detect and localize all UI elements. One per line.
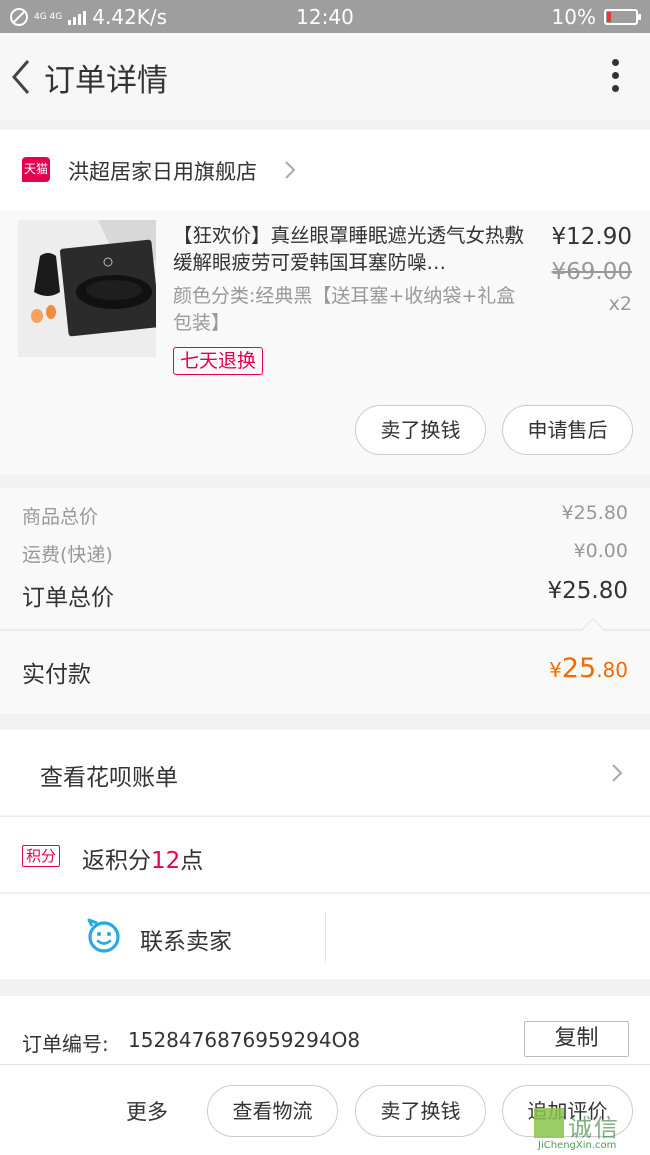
more-vertical-icon[interactable]: [612, 59, 620, 95]
product-item[interactable]: 【狂欢价】真丝眼罩睡眠遮光透气女热敷缓解眼疲劳可爱韩国耳塞防噪… 颜色分类:经典…: [0, 210, 650, 475]
goods-total-value: ¥25.80: [561, 502, 628, 524]
points-badge: 积分: [22, 845, 61, 867]
goods-total-label: 商品总价: [22, 506, 99, 528]
tmall-badge-icon: 天猫: [22, 157, 50, 182]
huabei-label[interactable]: 查看花呗账单: [40, 758, 178, 792]
seven-day-return-tag: 七天退换: [173, 347, 264, 375]
chat-smiley-icon[interactable]: [86, 918, 122, 954]
copy-button[interactable]: 复制: [524, 1021, 629, 1057]
order-total-label: 订单总价: [22, 585, 114, 611]
order-total-value: ¥25.80: [547, 578, 628, 604]
nav-bar: 订单详情: [0, 33, 650, 120]
resell-bottom-button[interactable]: 卖了换钱: [355, 1085, 486, 1137]
watermark-url: JiChengXin.com: [538, 1140, 617, 1151]
paid-decimal: .80: [596, 658, 628, 682]
price-summary: 商品总价 ¥25.80 运费(快递) ¥0.00 订单总价 ¥25.80: [0, 488, 650, 628]
order-number-row: 订单编号: 1528476876959294O8 复制: [0, 996, 650, 1064]
product-original-price: ¥69.00: [551, 259, 632, 285]
paid-amount-row: 实付款 ¥25.80: [0, 618, 650, 714]
points-suffix: 点: [180, 848, 204, 874]
product-price: ¥12.90: [551, 224, 632, 250]
shipping-value: ¥0.00: [573, 540, 628, 562]
points-value: 12: [151, 848, 181, 874]
order-number-label: 订单编号:: [22, 1032, 109, 1056]
paid-currency: ¥: [549, 658, 562, 682]
points-prefix: 返积分: [82, 848, 151, 874]
contact-seller-row: 联系卖家: [0, 893, 650, 979]
order-number-value: 1528476876959294O8: [128, 1028, 361, 1052]
site-watermark: 诚信 JiChengXin.com: [534, 1108, 650, 1155]
contact-seller-button[interactable]: 联系卖家: [140, 922, 232, 956]
back-chevron-icon[interactable]: [8, 57, 38, 97]
battery-icon: [604, 9, 641, 25]
watermark-text: 诚信: [568, 1114, 620, 1142]
chevron-right-icon: [612, 764, 623, 782]
battery-percent: 10%: [551, 5, 596, 29]
points-text: 返积分12点: [82, 841, 203, 875]
view-logistics-button[interactable]: 查看物流: [207, 1085, 338, 1137]
status-bar: 4G 4G 4.42K/s 12:40 10%: [0, 0, 650, 33]
eye-mask-product-image: [18, 220, 156, 357]
paid-amount: ¥25.80: [549, 653, 628, 684]
chevron-right-icon: [285, 161, 296, 179]
huabei-bill-row[interactable]: 查看花呗账单: [0, 730, 650, 815]
store-header[interactable]: 天猫 洪超居家日用旗舰店: [0, 130, 650, 210]
product-spec: 颜色分类:经典黑【送耳塞+收纳袋+礼盒包装】: [173, 285, 516, 334]
points-row: 积分 返积分12点: [0, 816, 650, 892]
product-thumbnail[interactable]: [18, 220, 156, 357]
product-quantity: x2: [608, 293, 632, 315]
more-link[interactable]: 更多: [126, 1096, 168, 1126]
watermark-logo: [534, 1108, 564, 1138]
product-title[interactable]: 【狂欢价】真丝眼罩睡眠遮光透气女热敷缓解眼疲劳可爱韩国耳塞防噪…: [173, 222, 528, 276]
store-name[interactable]: 洪超居家日用旗舰店: [68, 156, 257, 186]
status-right: 10%: [551, 5, 641, 29]
after-sales-button[interactable]: 申请售后: [502, 405, 633, 455]
paid-integer: 25: [561, 653, 597, 684]
shipping-label: 运费(快递): [22, 544, 113, 566]
divider: [325, 912, 326, 962]
resell-button[interactable]: 卖了换钱: [355, 405, 486, 455]
paid-label: 实付款: [22, 662, 91, 688]
page-title: 订单详情: [44, 63, 168, 99]
